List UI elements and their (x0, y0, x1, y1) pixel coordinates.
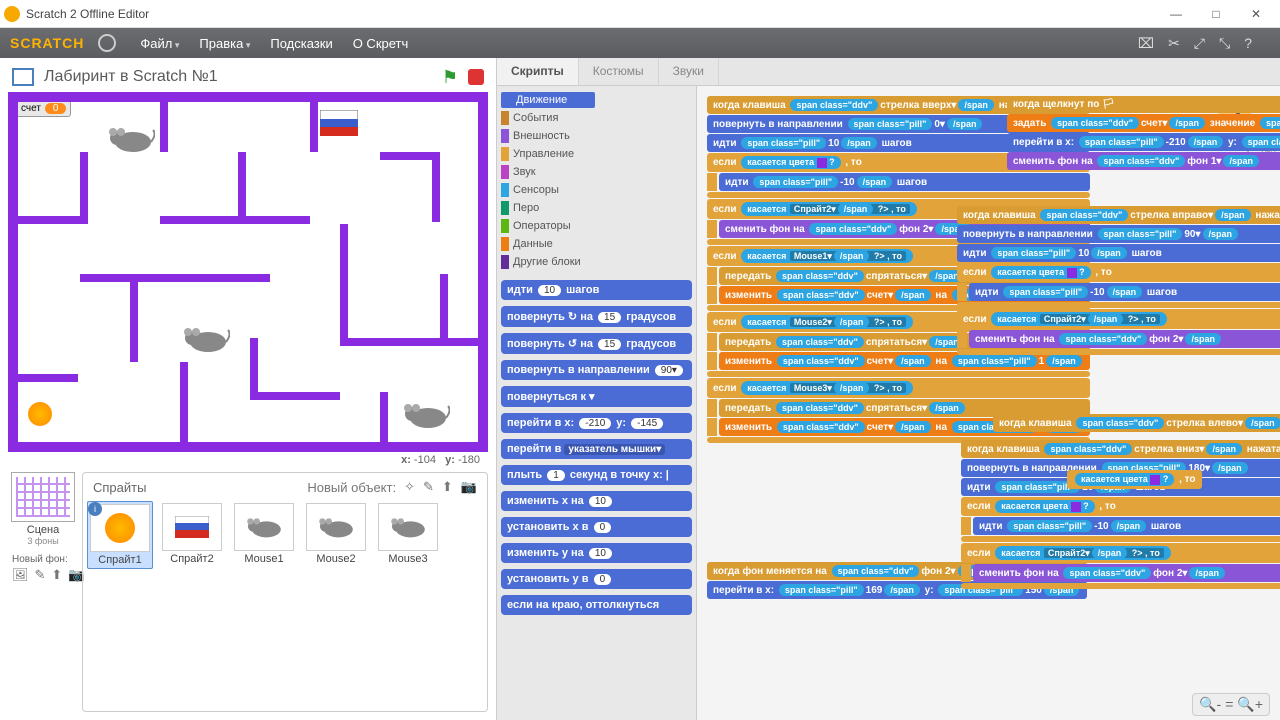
mouse-sprite-2 (180, 324, 230, 354)
palette-block[interactable]: плыть 1 секунд в точку x: | (501, 465, 692, 485)
category-Движение[interactable]: Движение (501, 92, 595, 108)
zoom-reset-icon[interactable]: = (1225, 696, 1233, 713)
category-Операторы[interactable]: Операторы (501, 218, 595, 234)
cat-sprite (28, 402, 52, 426)
menu-edit[interactable]: Правка (189, 36, 260, 51)
block-palette: Движение События Внешность Управление Звук Се… (497, 86, 697, 720)
green-flag-button[interactable]: ⚑ (442, 67, 458, 88)
shrink-icon[interactable]: ⤡ (1219, 35, 1230, 52)
window-titlebar: Scratch 2 Offline Editor ― □ ✕ (0, 0, 1280, 28)
duplicate-icon[interactable]: ✂ (1168, 35, 1180, 52)
stage[interactable]: счет 0 (8, 92, 488, 452)
scratch-logo[interactable]: SCRATCH (10, 35, 84, 51)
palette-block[interactable]: повернуть ↻ на 15 градусов (501, 306, 692, 327)
stop-button[interactable] (468, 69, 484, 85)
mouse-sprite-3 (400, 400, 450, 430)
sprite-paint-icon[interactable]: ✎ (423, 479, 434, 495)
sprite-panel: Спрайты Новый объект: ✧ ✎ ⬆ 📷 iСпрайт1Сп… (82, 472, 488, 712)
help-icon[interactable]: ? (1244, 35, 1252, 52)
palette-block[interactable]: повернуть ↺ на 15 градусов (501, 333, 692, 354)
backdrop-library-icon[interactable]: 🖼 (12, 567, 29, 583)
sprites-header: Спрайты (93, 480, 146, 495)
tab-scripts[interactable]: Скрипты (497, 58, 579, 85)
sprite-item-Mouse2[interactable]: Mouse2 (303, 501, 369, 569)
stage-coordinates: x: -104 y: -180 (4, 452, 492, 468)
scene-label: Сцена (8, 524, 78, 536)
palette-block[interactable]: установить y в 0 (501, 569, 692, 589)
palette-block[interactable]: установить x в 0 (501, 517, 692, 537)
category-Внешность[interactable]: Внешность (501, 128, 595, 144)
score-label: счет (21, 103, 41, 114)
palette-block[interactable]: изменить y на 10 (501, 543, 692, 563)
sprite-library-icon[interactable]: ✧ (404, 479, 415, 495)
close-button[interactable]: ✕ (1236, 2, 1276, 26)
sprite-item-Спрайт1[interactable]: iСпрайт1 (87, 501, 153, 569)
fullscreen-icon[interactable] (12, 68, 34, 86)
script-stack[interactable]: когда клавиша span class="ddv"стрелка вл… (993, 414, 1280, 433)
scene-subtitle: 3 фоны (8, 536, 78, 546)
editor-tabs: Скрипты Костюмы Звуки (497, 58, 1280, 86)
script-stack[interactable]: когда клавиша span class="ddv"стрелка вн… (961, 440, 1280, 590)
flag-sprite (320, 110, 358, 136)
zoom-controls: 🔍- = 🔍+ (1192, 693, 1270, 716)
category-Другие блоки[interactable]: Другие блоки (501, 254, 595, 270)
palette-block[interactable]: изменить x на 10 (501, 491, 692, 511)
script-canvas[interactable]: x: -210y: -145 когда клавиша span class=… (697, 86, 1280, 720)
minimize-button[interactable]: ― (1156, 2, 1196, 26)
maximize-button[interactable]: □ (1196, 2, 1236, 26)
app-icon (4, 6, 20, 22)
project-title[interactable]: Лабиринт в Scratch №1 (44, 68, 432, 86)
stage-header: Лабиринт в Scratch №1 ⚑ (4, 62, 492, 92)
sprite-item-Mouse1[interactable]: Mouse1 (231, 501, 297, 569)
palette-block[interactable]: перейти в x: -210 y: -145 (501, 413, 692, 433)
score-value: 0 (45, 103, 67, 114)
script-stack[interactable]: касается цвета ? , то (1067, 470, 1202, 490)
backdrop-paint-icon[interactable]: ✎ (35, 567, 46, 583)
palette-block[interactable]: повернуться к ▾ (501, 386, 692, 407)
new-backdrop-label: Новый фон: (8, 554, 78, 565)
sprite-item-Спрайт2[interactable]: Спрайт2 (159, 501, 225, 569)
category-События[interactable]: События (501, 110, 595, 126)
mouse-sprite-1 (105, 124, 155, 154)
zoom-in-icon[interactable]: 🔍+ (1237, 696, 1263, 713)
category-Звук[interactable]: Звук (501, 164, 595, 180)
scene-thumbnail[interactable] (11, 472, 75, 522)
palette-block[interactable]: идти 10 шагов (501, 280, 692, 300)
palette-block[interactable]: если на краю, оттолкнуться (501, 595, 692, 615)
menu-about[interactable]: О Скретч (343, 36, 419, 51)
palette-block[interactable]: перейти в указатель мышки▾ (501, 439, 692, 459)
menu-bar: SCRATCH Файл Правка Подсказки О Скретч ⌧… (0, 28, 1280, 58)
category-Перо[interactable]: Перо (501, 200, 595, 216)
category-Управление[interactable]: Управление (501, 146, 595, 162)
score-monitor[interactable]: счет 0 (16, 100, 71, 117)
sprite-upload-icon[interactable]: ⬆ (442, 479, 453, 495)
category-Сенсоры[interactable]: Сенсоры (501, 182, 595, 198)
zoom-out-icon[interactable]: 🔍- (1199, 696, 1221, 713)
new-sprite-label: Новый объект: (307, 480, 396, 495)
menu-file[interactable]: Файл (130, 36, 189, 51)
sprite-camera-icon[interactable]: 📷 (461, 479, 477, 495)
tab-sounds[interactable]: Звуки (659, 58, 719, 85)
window-title: Scratch 2 Offline Editor (26, 7, 1156, 21)
language-icon[interactable] (98, 34, 116, 52)
stamp-icon[interactable]: ⌧ (1138, 35, 1154, 52)
scene-panel: Сцена 3 фоны Новый фон: 🖼 ✎ ⬆ 📷 (8, 472, 78, 712)
sprite-item-Mouse3[interactable]: Mouse3 (375, 501, 441, 569)
palette-block[interactable]: повернуть в направлении 90▾ (501, 360, 692, 380)
script-stack[interactable]: когда клавиша span class="ddv"стрелка вп… (957, 206, 1280, 356)
script-stack[interactable]: когда щелкнут по 🏳задать span class="ddv… (1007, 96, 1280, 171)
tab-costumes[interactable]: Костюмы (579, 58, 659, 85)
category-Данные[interactable]: Данные (501, 236, 595, 252)
menu-tips[interactable]: Подсказки (260, 36, 342, 51)
backdrop-upload-icon[interactable]: ⬆ (51, 567, 62, 583)
grow-icon[interactable]: ⤢ (1194, 35, 1205, 52)
